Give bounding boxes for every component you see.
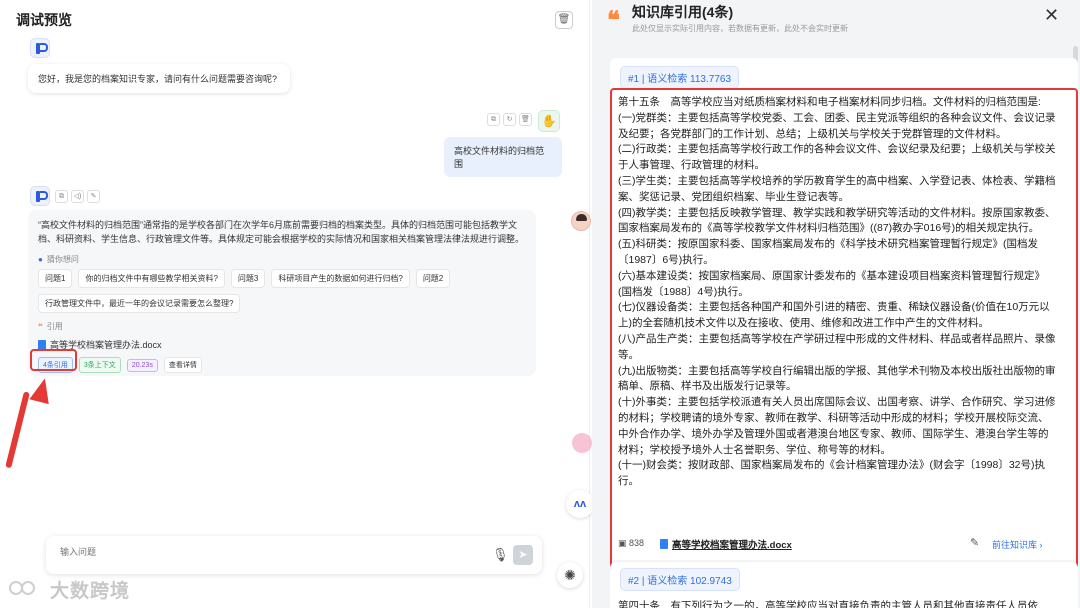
citation-footer: ▣ 838 高等学校档案管理办法.docx ✎ 前往知识库 › [618,536,1058,554]
answer-text: “高校文件材料的归档范围”通常指的是学校各部门在次学年6月底前需要归档的档案类型… [38,220,525,244]
question-input-box: 🎙 ➤ [46,536,542,574]
quote-icon: ❝ [38,322,43,331]
user-avatar[interactable] [571,211,591,231]
citation-line: (八)产品生产类：主要包括高等学校在产学研过程中形成的文件材料、样品或者样品照片… [618,332,1056,361]
suggestion-chip[interactable]: 问题3 [230,269,266,288]
red-arrow-head [29,375,55,405]
bot-avatar-icon [30,186,50,206]
edit-icon[interactable]: ✎ [87,190,100,203]
lightbulb-icon: ● [38,255,43,264]
quote-icon: ❝ [607,5,620,34]
citation-panel: ❝ 知识库引用(4条) 此处仅显示实际引用内容，若数据有更新，此处不会实时更新 … [592,0,1080,608]
suggestion-chip[interactable]: 行政管理文件中，最近一年的会议记录需要怎么整理? [38,294,241,313]
suggestion-list: 问题1 你的归档文件中有哪些教学相关资料? 问题3 科研项目产生的数据如何进行归… [38,269,526,313]
microphone-icon[interactable]: 🎙 [492,547,509,563]
message-actions: ⧉ ↻ 🗑 [487,113,532,126]
citation-panel-title: 知识库引用(4条) [632,4,734,20]
refresh-icon[interactable]: ↻ [503,113,516,126]
copy-icon[interactable]: ⧉ [55,190,68,203]
citation-line: (五)科研类：按原国家科委、国家档案局发布的《科学技术研究档案管理暂行规定》(国… [618,238,1038,266]
send-button[interactable]: ➤ [513,545,533,565]
citation-line: (十)外事类：主要包括学校派遣有关人员出席国际会议、出国考察、讲学、合作研究、学… [618,396,1056,456]
bot-avatar-icon [30,38,50,58]
document-icon [660,539,668,549]
openai-icon[interactable]: ✺ [557,562,583,588]
citation-content: 第十五条 高等学校应当对纸质档案材料和电子档案材料同步归档。文件材料的归档范围是… [618,95,1058,490]
trash-icon[interactable]: 🗑 [555,11,573,29]
citation-section-label: ❝ 引用 [38,322,63,331]
citation-line: (四)教学类：主要包括反映教学管理、教学实践和教学研究等活动的文件材料。按原国家… [618,206,1056,235]
watermark-logo-icon [9,581,35,595]
floating-helper-icon[interactable] [572,433,592,453]
suggestion-chip[interactable]: 你的归档文件中有哪些教学相关资料? [78,269,225,288]
answer-actions: ⧉ ◁) ✎ [55,190,100,203]
speaker-icon[interactable]: ◁) [71,190,84,203]
suggestion-chip[interactable]: 科研项目产生的数据如何进行归档? [271,269,410,288]
delete-icon[interactable]: 🗑 [519,113,532,126]
guess-section-label: ● 猜你想问 [38,255,79,264]
document-icon [38,339,46,350]
red-arrow-shaft [5,391,30,469]
debug-preview-panel: 调试预览 🗑 您好，我是您的档案知识专家，请问有什么问题需要咨询呢? ⧉ ↻ 🗑… [0,0,594,608]
citation-line: (九)出版物类：主要包括高等学校自行编辑出版的学报、其他学术刊物及本校出版社出版… [618,364,1056,393]
cited-file[interactable]: 高等学校档案管理办法.docx [38,338,526,351]
source-file-link[interactable]: 高等学校档案管理办法.docx [660,537,792,551]
char-count: ▣ 838 [618,538,645,548]
citation-line: (七)仪器设备类：主要包括各种国产和国外引进的精密、贵重、稀缺仪器设备(价值在1… [618,301,1050,330]
citation-line: (二)行政类：主要包括高等学校行政工作的各种会议文件、会议纪录及纪要；上级机关与… [618,143,1056,172]
watermark-text: 大数跨境 [50,581,131,602]
citation-line: (一)党群类：主要包括高等学校党委、工会、团委、民主党派等组织的各种会议文件、会… [618,111,1056,140]
question-input[interactable] [60,547,460,557]
citation-panel-subtitle: 此处仅显示实际引用内容，若数据有更新，此处不会实时更新 [632,24,848,33]
copy-icon[interactable]: ⧉ [487,113,500,126]
citation-header: #2 | 语义检索 102.9743 [620,568,740,591]
citation-line: (三)学生类：主要包括高等学校培养的学历教育学生的高中档案、入学登记表、体检表、… [618,174,1056,203]
citation-line: (六)基本建设类：按国家档案局、原国家计委发布的《基本建设项目档案资料管理暂行规… [618,269,1045,298]
panel-title: 调试预览 [16,12,72,28]
answer-tags: 4条引用 3条上下文 20.23s 查看详情 [38,357,526,373]
citation-line: (十一)财会类：按财政部、国家档案局发布的《会计档案管理办法》(财会字〔1998… [618,459,1046,488]
highlight-box [30,349,77,371]
text-icon: ▣ [618,538,627,548]
app-root: 调试预览 🗑 您好，我是您的档案知识专家，请问有什么问题需要咨询呢? ⧉ ↻ 🗑… [0,0,1080,608]
view-details-button[interactable]: 查看详情 [163,357,202,373]
answer-box: “高校文件材料的归档范围”通常指的是学校各部门在次学年6月底前需要归档的档案类型… [28,210,536,376]
citation-header: #1 | 语义检索 113.7763 [620,66,740,89]
edit-icon[interactable]: ✎ [970,536,979,549]
hand-icon[interactable]: ✋ [538,110,560,132]
greeting-message: 您好，我是您的档案知识专家，请问有什么问题需要咨询呢? [28,64,290,93]
citation-content: 第四十条 有下列行为之一的，高等学校应当对直接负责的主管人员和其他直接责任人员依 [618,600,1038,608]
time-tag: 20.23s [126,358,158,372]
citation-card: #2 | 语义检索 102.9743 第四十条 有下列行为之一的，高等学校应当对… [610,562,1078,608]
brand-icon[interactable]: ʌʌ [566,490,594,518]
citation-card: #1 | 语义检索 113.7763 第十五条 高等学校应当对纸质档案材料和电子… [610,58,1078,608]
close-icon[interactable]: ✕ [1044,6,1059,24]
goto-knowledge-base-link[interactable]: 前往知识库 › [992,538,1043,551]
context-tag[interactable]: 3条上下文 [78,357,121,373]
user-message: 高校文件材料的归档范围 [444,137,562,177]
suggestion-chip[interactable]: 问题2 [415,269,451,288]
suggestion-chip[interactable]: 问题1 [38,269,73,288]
citation-line: 第十五条 高等学校应当对纸质档案材料和电子档案材料同步归档。文件材料的归档范围是… [618,96,1041,108]
